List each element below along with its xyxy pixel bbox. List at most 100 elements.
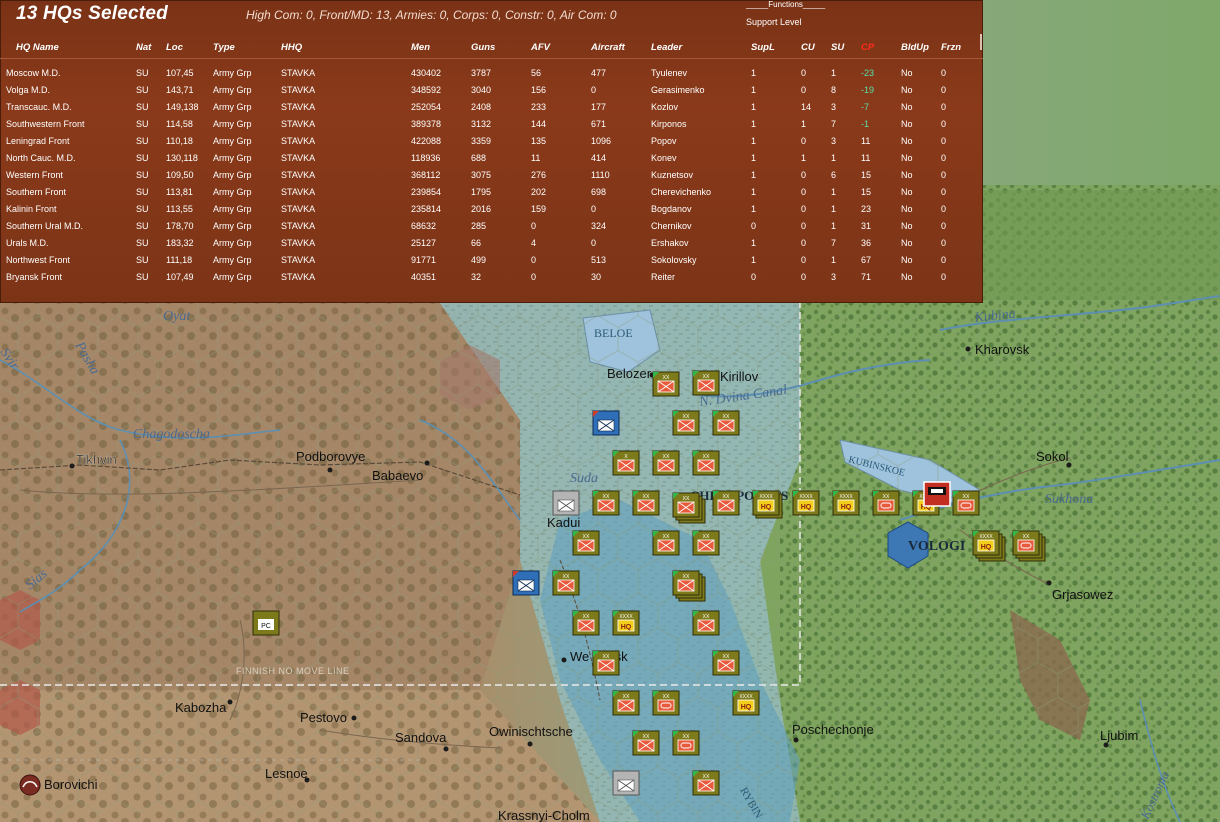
hq-unit-counter[interactable]: XXXX HQ xyxy=(792,490,820,516)
cell-leader: Sokolovsky xyxy=(651,255,697,265)
cell-men: 235814 xyxy=(411,204,442,214)
unit-counter[interactable]: XX xyxy=(692,610,720,636)
unit-counter[interactable]: XX xyxy=(552,570,580,596)
unit-counter[interactable]: XX xyxy=(652,450,680,476)
axis-unit-counter[interactable] xyxy=(512,570,540,596)
hq-unit-counter[interactable]: XXXX HQ xyxy=(972,530,1000,556)
col-header-loc[interactable]: Loc xyxy=(166,42,183,53)
cell-frzn: 0 xyxy=(941,153,947,163)
unit-counter[interactable]: XX xyxy=(652,530,680,556)
city-label-belozersk: Belozer xyxy=(607,366,652,381)
cell-nat: SU xyxy=(136,119,149,129)
unit-counter[interactable]: XX xyxy=(872,490,900,516)
neutral-unit-counter[interactable] xyxy=(612,770,640,796)
unit-counter[interactable]: XX xyxy=(672,410,700,436)
unit-counter[interactable]: XX xyxy=(712,410,740,436)
unit-counter[interactable]: XX xyxy=(652,690,680,716)
unit-counter[interactable]: XX xyxy=(672,570,700,596)
cell-nat: SU xyxy=(136,272,149,282)
unit-counter[interactable]: XX xyxy=(692,450,720,476)
unit-counter[interactable]: XX xyxy=(632,490,660,516)
col-header-hhq[interactable]: HHQ xyxy=(281,42,302,53)
table-row[interactable]: Kalinin Front SU 113,55 Army Grp STAVKA 23581… xyxy=(0,202,983,219)
axis-unit-counter[interactable] xyxy=(592,410,620,436)
unit-counter[interactable]: XX xyxy=(952,490,980,516)
cell-nat: SU xyxy=(136,68,149,78)
cell-type: Army Grp xyxy=(213,170,252,180)
cell-cu: 0 xyxy=(801,85,807,95)
col-header-type[interactable]: Type xyxy=(213,42,235,53)
unit-counter[interactable]: XX xyxy=(672,730,700,756)
table-row[interactable]: Bryansk Front SU 107,49 Army Grp STAVKA 40351… xyxy=(0,270,983,287)
cell-cu: 0 xyxy=(801,136,807,146)
unit-counter[interactable]: XX xyxy=(652,371,680,397)
hq-symbol-label: HQ xyxy=(841,504,852,511)
cell-type: Army Grp xyxy=(213,102,252,112)
cell-nat: SU xyxy=(136,85,149,95)
hq-unit-counter[interactable]: XXXX HQ xyxy=(732,690,760,716)
table-row[interactable]: Volga M.D. SU 143,71 Army Grp STAVKA 348592 30… xyxy=(0,83,983,100)
unit-counter[interactable]: XX xyxy=(572,530,600,556)
col-header-aircraft[interactable]: Aircraft xyxy=(591,42,625,53)
table-row[interactable]: Southern Ural M.D. SU 178,70 Army Grp STAVKA… xyxy=(0,219,983,236)
col-header-cp[interactable]: CP xyxy=(861,42,874,53)
hq-selection-panel: 13 HQs Selected High Com: 0, Front/MD: 1… xyxy=(0,0,983,303)
table-row[interactable]: Leningrad Front SU 110,18 Army Grp STAVKA 422… xyxy=(0,134,983,151)
table-row[interactable]: Urals M.D. SU 183,32 Army Grp STAVKA 25127 66 4… xyxy=(0,236,983,253)
table-row[interactable]: Western Front SU 109,50 Army Grp STAVKA 36811… xyxy=(0,168,983,185)
unit-counter[interactable]: XX xyxy=(572,610,600,636)
cell-afv: 0 xyxy=(531,255,537,265)
unit-counter[interactable]: XX xyxy=(672,492,700,518)
cell-hhq: STAVKA xyxy=(281,238,316,248)
cell-leader: Kirponos xyxy=(651,119,687,129)
table-row[interactable]: Transcauc. M.D. SU 149,138 Army Grp STAVKA 25… xyxy=(0,100,983,117)
cell-guns: 2408 xyxy=(471,102,492,112)
unit-counter[interactable]: X xyxy=(612,450,640,476)
col-header-nat[interactable]: Nat xyxy=(136,42,151,53)
unit-counter[interactable]: XX xyxy=(592,490,620,516)
cell-men: 422088 xyxy=(411,136,442,146)
table-row[interactable]: Moscow M.D. SU 107,45 Army Grp STAVKA 430402 3… xyxy=(0,66,983,83)
cell-loc: 113,81 xyxy=(166,187,193,197)
hq-unit-counter[interactable]: XXXX HQ xyxy=(832,490,860,516)
panel-scrollbar[interactable] xyxy=(980,34,982,50)
col-header-men[interactable]: Men xyxy=(411,42,430,53)
col-header-guns[interactable]: Guns xyxy=(471,42,495,53)
pc-unit-counter[interactable]: PC xyxy=(252,610,280,636)
city-label-poschechonje: Poschechonje xyxy=(792,722,874,737)
hq-unit-counter[interactable]: XXXX HQ xyxy=(752,490,780,516)
unit-counter[interactable]: XX xyxy=(692,530,720,556)
unit-counter[interactable]: XX xyxy=(712,490,740,516)
city-label-kharovsk: Kharovsk xyxy=(975,342,1030,357)
unit-counter[interactable]: XX xyxy=(592,650,620,676)
table-row[interactable]: Southwestern Front SU 114,58 Army Grp STAVKA… xyxy=(0,117,983,134)
unit-counter[interactable]: XX xyxy=(632,730,660,756)
cell-hhq: STAVKA xyxy=(281,221,316,231)
cell-name: Bryansk Front xyxy=(6,272,63,282)
unit-counter[interactable]: XX xyxy=(1012,530,1040,556)
neutral-unit-counter[interactable] xyxy=(552,490,580,516)
cell-type: Army Grp xyxy=(213,238,252,248)
col-header-su[interactable]: SU xyxy=(831,42,844,53)
col-header-afv[interactable]: AFV xyxy=(531,42,550,53)
col-header-hq-name[interactable]: HQ Name xyxy=(16,42,59,53)
cell-men: 118936 xyxy=(411,153,441,163)
cell-supl: 1 xyxy=(751,187,757,197)
table-row[interactable]: Northwest Front SU 111,18 Army Grp STAVKA 917… xyxy=(0,253,983,270)
unit-counter[interactable]: XX xyxy=(692,770,720,796)
col-header-frzn[interactable]: Frzn xyxy=(941,42,961,53)
unit-counter[interactable]: XX xyxy=(712,650,740,676)
hq-unit-counter[interactable]: XXXX HQ xyxy=(612,610,640,636)
table-row[interactable]: North Cauc. M.D. SU 130,118 Army Grp STAVKA 1… xyxy=(0,151,983,168)
col-header-supl[interactable]: SupL xyxy=(751,42,775,53)
table-row[interactable]: Southern Front SU 113,81 Army Grp STAVKA 2398… xyxy=(0,185,983,202)
unit-size-label: XX xyxy=(683,734,690,740)
col-header-leader[interactable]: Leader xyxy=(651,42,682,53)
selected-unit-flag-icon[interactable] xyxy=(923,481,951,507)
unit-counter[interactable]: XX xyxy=(612,690,640,716)
col-header-cu[interactable]: CU xyxy=(801,42,815,53)
col-header-bldup[interactable]: BldUp xyxy=(901,42,929,53)
cell-men: 348592 xyxy=(411,85,442,95)
support-level-toggle[interactable]: Support Level xyxy=(746,17,802,27)
unit-counter[interactable]: XX xyxy=(692,370,720,396)
